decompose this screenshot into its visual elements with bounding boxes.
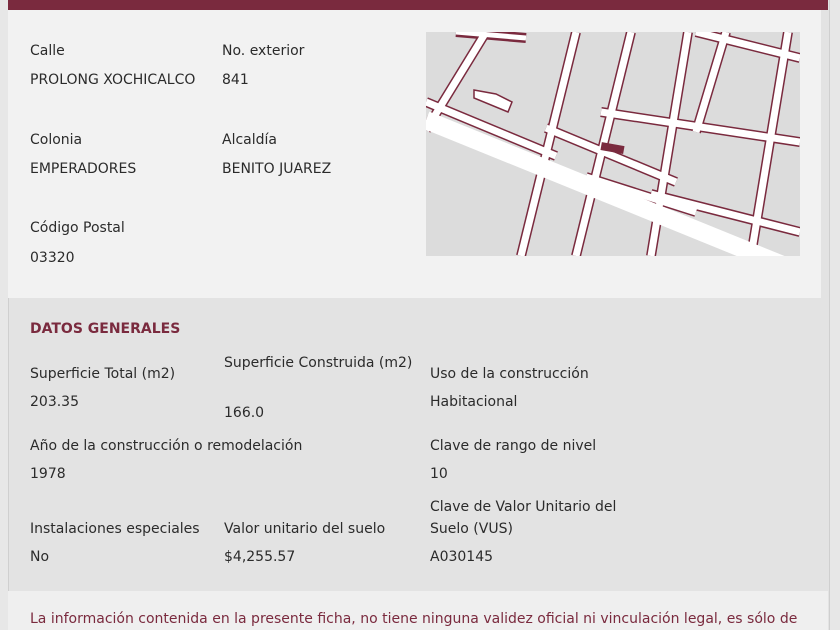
anio-construccion-label: Año de la construcción o remodelación xyxy=(30,438,303,454)
codigo-postal-value: 03320 xyxy=(30,250,75,266)
map-svg xyxy=(426,32,800,256)
instalaciones-especiales-label: Instalaciones especiales xyxy=(30,521,200,537)
location-map[interactable] xyxy=(426,32,800,256)
no-exterior-label: No. exterior xyxy=(222,43,305,59)
datos-generales-title: DATOS GENERALES xyxy=(30,321,181,337)
anio-construccion-value: 1978 xyxy=(30,466,66,482)
clave-rango-nivel-label: Clave de rango de nivel xyxy=(430,438,597,454)
uso-construccion-value: Habitacional xyxy=(430,394,518,410)
calle-value: PROLONG XOCHICALCO xyxy=(30,72,196,88)
superficie-total-value: 203.35 xyxy=(30,394,79,410)
alcaldia-value: BENITO JUAREZ xyxy=(222,161,332,177)
codigo-postal-label: Código Postal xyxy=(30,220,125,236)
valor-unitario-suelo-label: Valor unitario del suelo xyxy=(224,521,386,537)
calle-label: Calle xyxy=(30,43,65,59)
alcaldia-label: Alcaldía xyxy=(222,132,277,148)
clave-vus-value: A030145 xyxy=(430,549,494,565)
superficie-construida-value: 166.0 xyxy=(224,405,265,421)
clave-rango-nivel-value: 10 xyxy=(430,466,448,482)
clave-vus-label: Clave de Valor Unitario del Suelo (VUS) xyxy=(430,499,617,537)
instalaciones-especiales-value: No xyxy=(30,549,50,565)
disclaimer-text: La información contenida en la presente … xyxy=(30,611,798,627)
colonia-label: Colonia xyxy=(30,132,83,148)
valor-unitario-suelo-value: $4,255.57 xyxy=(224,549,296,565)
superficie-construida-label: Superficie Construida (m2) xyxy=(224,355,413,371)
disclaimer-panel: La información contenida en la presente … xyxy=(8,591,828,630)
header-bar xyxy=(8,0,828,10)
superficie-total-label: Superficie Total (m2) xyxy=(30,366,176,382)
no-exterior-value: 841 xyxy=(222,72,249,88)
colonia-value: EMPERADORES xyxy=(30,161,137,177)
uso-construccion-label: Uso de la construcción xyxy=(430,366,589,382)
